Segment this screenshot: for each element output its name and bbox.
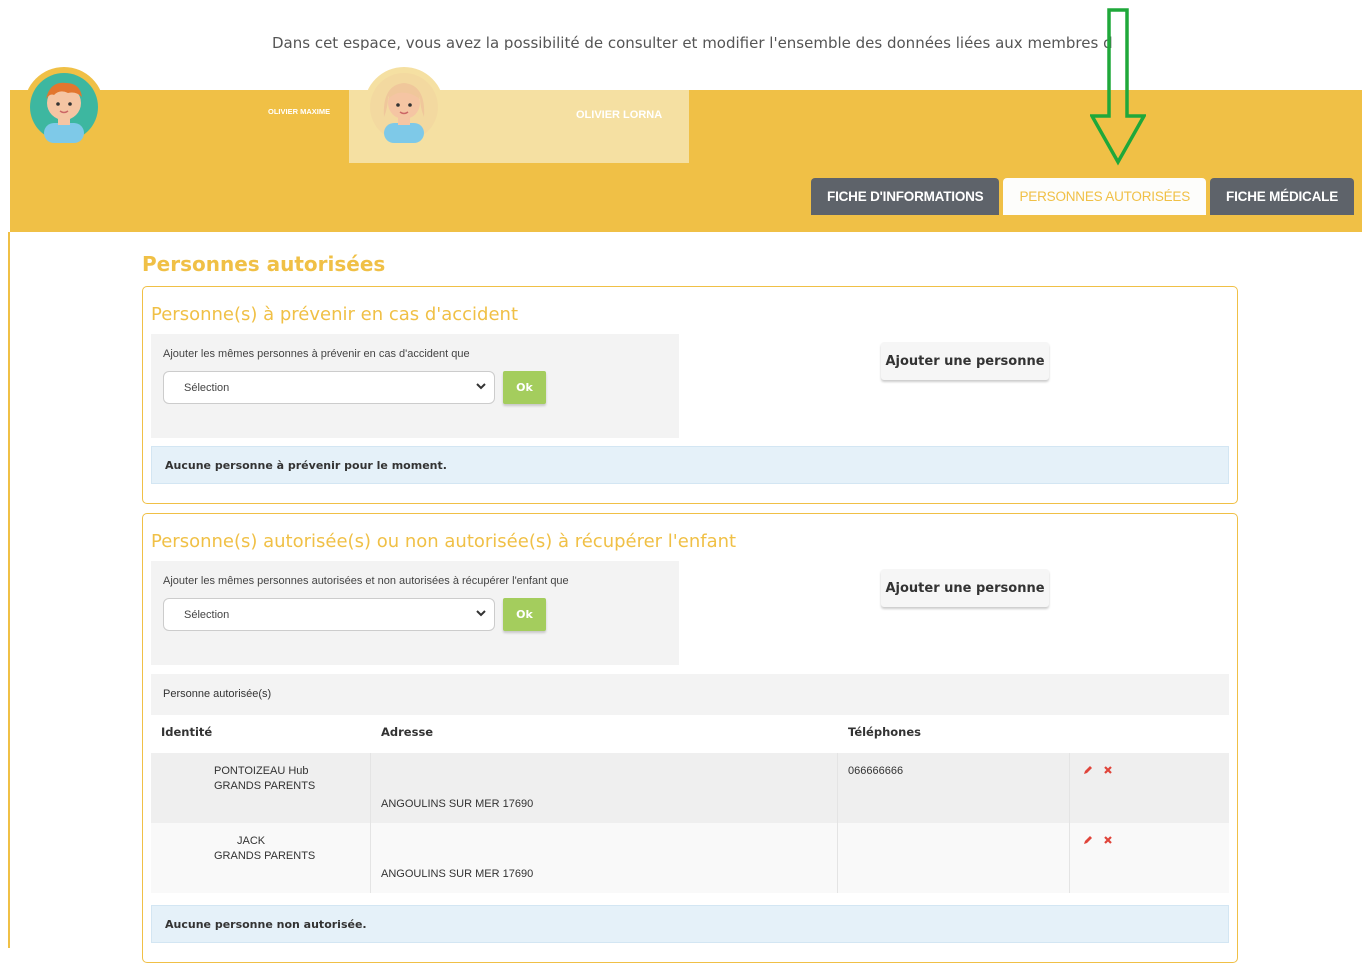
accident-ok-button[interactable]: Ok [503, 371, 546, 404]
girl-avatar-icon [364, 67, 444, 147]
column-divider [1069, 823, 1070, 893]
table-row: PONTOIZEAU Hub GRANDS PARENTS ANGOULINS … [151, 753, 1229, 823]
column-divider [1069, 753, 1070, 823]
chevron-down-icon [476, 610, 486, 617]
accident-empty-message: Aucune personne à prévenir pour le momen… [151, 446, 1229, 484]
top-cover [0, 0, 1362, 34]
table-caption: Personne autorisée(s) [151, 674, 1229, 715]
child-name-maxime: OLIVIER MAXIME [268, 107, 331, 116]
accident-add-person-button[interactable]: Ajouter une personne [881, 342, 1049, 380]
column-header-telephones: Téléphones [848, 725, 922, 739]
pickup-add-person-button[interactable]: Ajouter une personne [881, 569, 1049, 607]
accident-panel: Personne(s) à prévenir en cas d'accident… [142, 286, 1238, 504]
edit-pencil-icon[interactable] [1083, 835, 1093, 845]
accident-copy-select[interactable]: Sélection [163, 371, 495, 404]
row-phone: 066666666 [848, 765, 904, 777]
content-border [8, 232, 10, 948]
column-divider [370, 823, 371, 893]
pickup-ok-button[interactable]: Ok [503, 598, 546, 631]
child-name-lorna: OLIVIER LORNA [576, 109, 663, 121]
accident-title: Personne(s) à prévenir en cas d'accident [151, 304, 519, 325]
tab-fiche-medicale[interactable]: FICHE MÉDICALE [1210, 178, 1354, 215]
pickup-empty-message: Aucune personne non autorisée. [151, 905, 1229, 943]
accident-select-value: Sélection [184, 381, 230, 394]
accident-copy-label: Ajouter les mêmes personnes à prévenir e… [163, 348, 470, 360]
pickup-title: Personne(s) autorisée(s) ou non autorisé… [151, 531, 737, 552]
column-divider [837, 823, 838, 893]
column-header-adresse: Adresse [381, 725, 434, 739]
accident-copy-box: Ajouter les mêmes personnes à prévenir e… [151, 334, 679, 438]
child-tab-lorna[interactable]: OLIVIER LORNA [349, 67, 689, 163]
pickup-copy-label: Ajouter les mêmes personnes autorisées e… [163, 575, 569, 587]
row-name: PONTOIZEAU Hub [214, 765, 309, 777]
tab-personnes-autorisees[interactable]: PERSONNES AUTORISÉES [1003, 178, 1207, 215]
tab-fiche-informations[interactable]: FICHE D'INFORMATIONS [811, 178, 1000, 215]
intro-text: Dans cet espace, vous avez la possibilit… [272, 34, 1112, 50]
delete-x-icon[interactable] [1103, 835, 1113, 845]
pickup-copy-box: Ajouter les mêmes personnes autorisées e… [151, 561, 679, 665]
boy-avatar-icon [24, 67, 104, 147]
main-tabs: FICHE D'INFORMATIONS PERSONNES AUTORISÉE… [811, 178, 1354, 215]
pickup-copy-select[interactable]: Sélection [163, 598, 495, 631]
chevron-down-icon [476, 383, 486, 390]
arrow-down-icon [1090, 8, 1146, 166]
table-row: JACK GRANDS PARENTS ANGOULINS SUR MER 17… [151, 823, 1229, 893]
row-name: JACK [237, 835, 266, 847]
row-relation: GRANDS PARENTS [214, 780, 316, 792]
row-relation: GRANDS PARENTS [214, 850, 316, 862]
delete-x-icon[interactable] [1103, 765, 1113, 775]
column-divider [370, 753, 371, 823]
child-tab-maxime[interactable]: OLIVIER MAXIME [10, 67, 349, 163]
edit-pencil-icon[interactable] [1083, 765, 1093, 775]
row-address: ANGOULINS SUR MER 17690 [381, 798, 534, 810]
column-header-identite: Identité [161, 725, 213, 739]
page-title: Personnes autorisées [142, 252, 386, 276]
pickup-select-value: Sélection [184, 608, 230, 621]
pickup-panel: Personne(s) autorisée(s) ou non autorisé… [142, 513, 1238, 963]
row-address: ANGOULINS SUR MER 17690 [381, 868, 534, 880]
column-divider [837, 753, 838, 823]
